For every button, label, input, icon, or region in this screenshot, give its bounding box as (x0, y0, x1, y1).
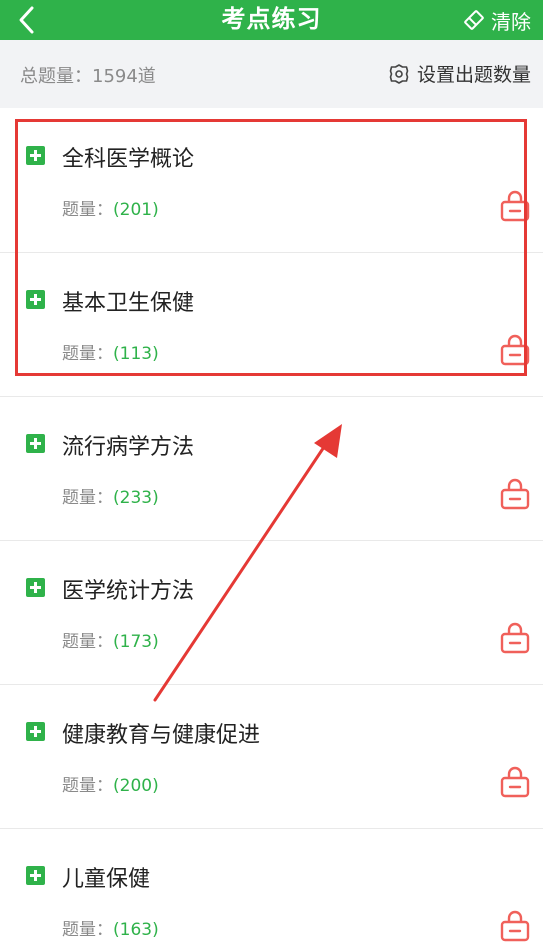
annotation-arrow-head (314, 424, 342, 458)
annotation-arrow (153, 424, 342, 702)
annotation-arrow-shaft (153, 436, 332, 702)
